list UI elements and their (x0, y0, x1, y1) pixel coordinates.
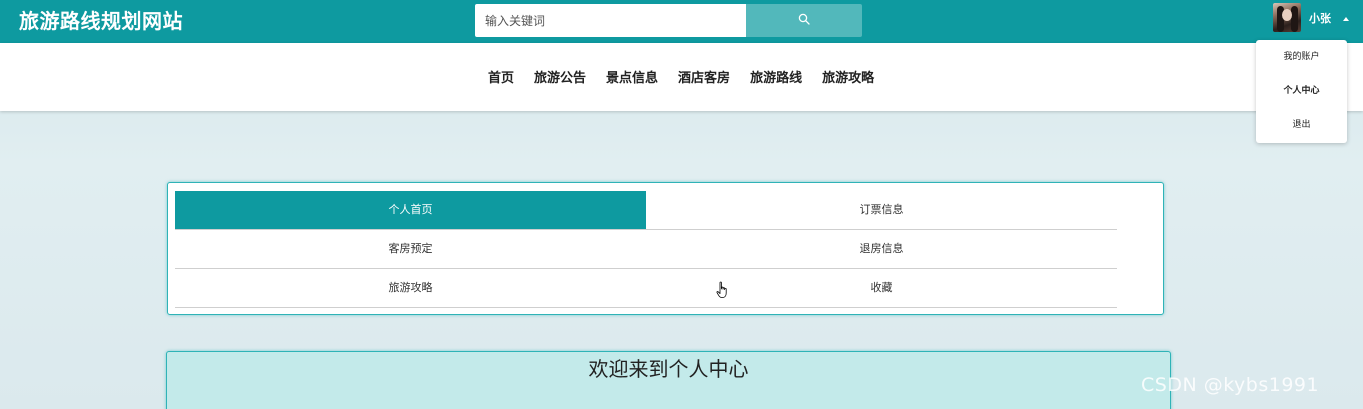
avatar-face (1282, 9, 1292, 21)
nav-item-home[interactable]: 首页 (478, 69, 524, 89)
menu-item-checkout-info[interactable]: 退房信息 (646, 230, 1117, 269)
site-title[interactable]: 旅游路线规划网站 (19, 6, 183, 36)
caret-up-icon[interactable] (1343, 17, 1349, 21)
avatar-hair-right (1291, 6, 1298, 32)
menu-item-room-booking[interactable]: 客房预定 (175, 230, 646, 269)
search-icon (798, 13, 810, 25)
row-divider (175, 307, 1117, 308)
nav-item-announcements[interactable]: 旅游公告 (524, 69, 596, 89)
menu-item-travel-guides[interactable]: 旅游攻略 (175, 269, 646, 308)
search-button[interactable] (746, 4, 862, 37)
user-avatar[interactable] (1273, 3, 1301, 32)
nav-item-attractions[interactable]: 景点信息 (596, 69, 668, 89)
dropdown-item-logout[interactable]: 退出 (1256, 118, 1347, 132)
user-name[interactable]: 小张 (1309, 12, 1331, 26)
dropdown-item-personal-center[interactable]: 个人中心 (1256, 84, 1347, 98)
welcome-title: 欢迎来到个人中心 (588, 357, 749, 381)
nav-item-hotel-rooms[interactable]: 酒店客房 (668, 69, 740, 89)
dropdown-item-my-account[interactable]: 我的账户 (1256, 50, 1347, 64)
personal-center-menu: 个人首页 订票信息 客房预定 退房信息 旅游攻略 收藏 (167, 182, 1164, 315)
main-nav: 首页 旅游公告 景点信息 酒店客房 旅游路线 旅游攻略 (0, 43, 1363, 111)
menu-item-personal-home[interactable]: 个人首页 (175, 191, 646, 230)
welcome-panel: 欢迎来到个人中心 (166, 351, 1171, 409)
menu-item-ticket-info[interactable]: 订票信息 (646, 191, 1117, 230)
search-input[interactable] (475, 4, 746, 37)
user-dropdown-menu: 我的账户 个人中心 退出 (1256, 40, 1347, 143)
nav-item-guides[interactable]: 旅游攻略 (812, 69, 884, 89)
top-header: 旅游路线规划网站 小张 (0, 0, 1363, 43)
nav-list: 首页 旅游公告 景点信息 酒店客房 旅游路线 旅游攻略 (478, 69, 884, 89)
hand-cursor-icon (716, 281, 727, 298)
watermark: CSDN @kybs1991 (1141, 374, 1320, 396)
nav-item-routes[interactable]: 旅游路线 (740, 69, 812, 89)
